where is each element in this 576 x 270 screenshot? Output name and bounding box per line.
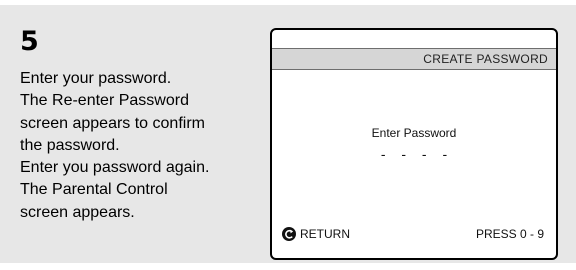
return-arrow-icon	[282, 227, 296, 241]
instruction-line: The Parental Control	[20, 181, 168, 199]
screen-title: CREATE PASSWORD	[423, 52, 548, 66]
instruction-line: screen appears.	[20, 203, 135, 221]
password-prompt: Enter Password	[371, 126, 457, 140]
step-number: 5	[20, 26, 39, 57]
instruction-line: Enter your password.	[20, 70, 172, 87]
instruction-line: screen appears to confirm	[20, 114, 205, 132]
return-button[interactable]: RETURN	[282, 227, 350, 241]
press-hint: PRESS 0 - 9	[475, 227, 544, 241]
tv-screen: CREATE PASSWORD Enter Password - - - - R…	[270, 28, 558, 260]
instruction-line: the password.	[20, 136, 120, 154]
screen-title-bar: CREATE PASSWORD	[272, 48, 556, 70]
instruction-text: Enter your password. The Re-enter Passwo…	[20, 68, 260, 224]
instruction-panel: 5 Enter your password. The Re-enter Pass…	[0, 5, 576, 263]
instruction-line: The Re-enter Password	[20, 92, 189, 110]
instruction-line: Enter you password again.	[20, 159, 210, 177]
password-entry-field[interactable]: - - - -	[272, 146, 556, 162]
return-label: RETURN	[300, 227, 350, 241]
